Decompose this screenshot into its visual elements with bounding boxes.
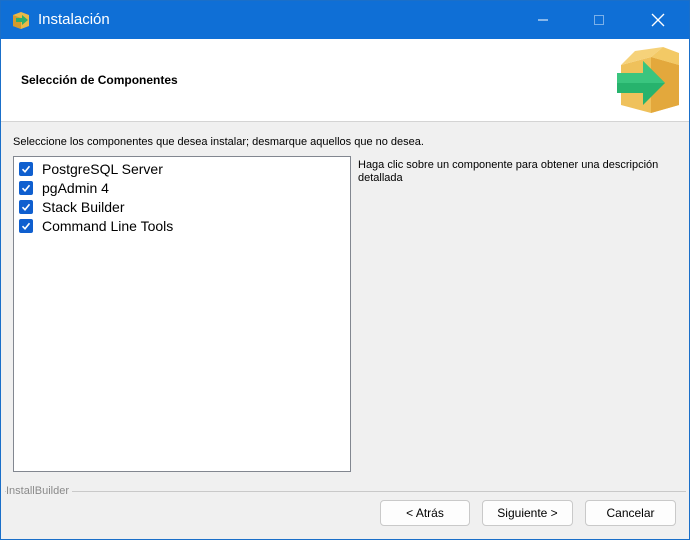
components-list[interactable]: PostgreSQL Server pgAdmin 4 Stack Builde…: [13, 156, 351, 472]
component-label: Stack Builder: [42, 199, 125, 215]
checkmark-icon: [21, 184, 31, 193]
checkbox[interactable]: [19, 181, 33, 195]
page-title: Selección de Componentes: [21, 73, 178, 87]
component-item-stack-builder[interactable]: Stack Builder: [19, 198, 124, 216]
component-label: pgAdmin 4: [42, 180, 109, 196]
maximize-icon: [594, 15, 604, 25]
checkbox[interactable]: [19, 219, 33, 233]
footer-divider: [5, 491, 686, 492]
component-item-pgadmin-4[interactable]: pgAdmin 4: [19, 179, 109, 197]
maximize-button[interactable]: [576, 1, 622, 39]
component-item-command-line-tools[interactable]: Command Line Tools: [19, 217, 173, 235]
checkmark-icon: [21, 165, 31, 174]
back-button[interactable]: < Atrás: [380, 500, 470, 526]
wizard-header: Selección de Componentes: [1, 39, 689, 122]
next-button[interactable]: Siguiente >: [482, 500, 573, 526]
checkmark-icon: [21, 222, 31, 231]
component-label: PostgreSQL Server: [42, 161, 163, 177]
component-description: Haga clic sobre un componente para obten…: [358, 159, 659, 184]
title-bar[interactable]: Instalación: [1, 1, 689, 39]
component-label: Command Line Tools: [42, 218, 174, 234]
minimize-icon: [538, 19, 548, 21]
cancel-button[interactable]: Cancelar: [585, 500, 676, 526]
minimize-button[interactable]: [520, 1, 566, 39]
app-icon: [13, 12, 29, 29]
close-icon: [651, 13, 665, 27]
checkmark-icon: [21, 203, 31, 212]
installbuilder-brand: InstallBuilder: [6, 485, 72, 497]
checkbox[interactable]: [19, 200, 33, 214]
instructions-text: Seleccione los componentes que desea ins…: [13, 136, 424, 148]
checkbox[interactable]: [19, 162, 33, 176]
component-item-postgresql-server[interactable]: PostgreSQL Server: [19, 160, 163, 178]
installer-box-arrow-icon: [617, 47, 679, 113]
installer-window: Instalación Selección de Componentes Sel…: [0, 0, 690, 540]
close-button[interactable]: [635, 1, 681, 39]
window-title: Instalación: [38, 11, 110, 28]
